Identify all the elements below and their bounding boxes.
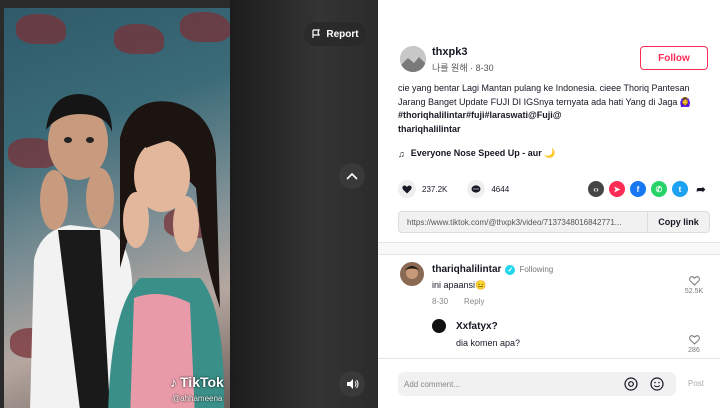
music-link[interactable]: ♫ Everyone Nose Speed Up - aur 🌙 bbox=[398, 148, 556, 159]
video-caption: cie yang bentar Lagi Mantan pulang ke In… bbox=[398, 82, 708, 136]
tiktok-watermark: ♪ TikTok bbox=[170, 374, 224, 390]
video-player[interactable]: Report ♪ TikTok @ahhameena bbox=[0, 0, 378, 408]
music-title: Everyone Nose Speed Up - aur 🌙 bbox=[410, 148, 556, 158]
comment-avatar[interactable] bbox=[400, 262, 424, 286]
watermark-handle: @ahhameena bbox=[172, 394, 223, 403]
background-pattern bbox=[114, 24, 164, 54]
engagement-stats: 237.2K 4644 bbox=[398, 180, 509, 198]
author-subtitle: 나를 원해 · 8-30 bbox=[432, 63, 494, 73]
commenter-photo bbox=[400, 262, 424, 286]
background-pattern bbox=[16, 14, 66, 44]
reply-button[interactable]: Reply bbox=[464, 297, 484, 306]
background-pattern bbox=[180, 12, 230, 42]
emoji-icon[interactable] bbox=[650, 377, 664, 391]
comment-meta: 8-30 Reply bbox=[432, 297, 484, 306]
share-options: ‹› ➤ f ✆ t ➦ bbox=[588, 181, 709, 197]
comment-placeholder: Add comment... bbox=[404, 379, 461, 389]
following-label: Following bbox=[519, 265, 554, 274]
reply-like-count: 286 bbox=[688, 347, 700, 354]
author-avatar[interactable] bbox=[400, 46, 426, 72]
report-button[interactable]: Report bbox=[304, 22, 366, 46]
send-icon[interactable]: ➤ bbox=[609, 181, 625, 197]
section-divider bbox=[378, 242, 720, 255]
heart-outline-icon bbox=[688, 335, 700, 345]
reply-username[interactable]: Xxfatyx? bbox=[456, 321, 498, 332]
embed-icon[interactable]: ‹› bbox=[588, 181, 604, 197]
person-right-figure bbox=[108, 101, 225, 408]
reply-like[interactable]: 286 bbox=[682, 335, 706, 354]
caption-mention[interactable]: thariqhalilintar bbox=[398, 124, 461, 134]
report-label: Report bbox=[326, 28, 359, 40]
facebook-icon[interactable]: f bbox=[630, 181, 646, 197]
comment-text: ini apaansi😑 bbox=[432, 280, 487, 290]
details-panel: thxpk3 나를 원해 · 8-30 Follow cie yang bent… bbox=[378, 0, 720, 408]
caption-text: cie yang bentar Lagi Mantan pulang ke In… bbox=[398, 83, 692, 107]
comment-like[interactable]: 52.5K bbox=[682, 276, 706, 295]
share-arrow-icon[interactable]: ➦ bbox=[693, 181, 709, 197]
heart-outline-icon bbox=[688, 276, 700, 286]
previous-video-button[interactable] bbox=[339, 163, 365, 189]
comment-composer: Add comment... Post bbox=[378, 358, 720, 408]
like-count: 237.2K bbox=[422, 184, 448, 194]
music-note-icon: ♫ bbox=[398, 148, 405, 159]
volume-button[interactable] bbox=[339, 371, 365, 397]
video-side-shade bbox=[230, 0, 378, 408]
heart-icon bbox=[402, 184, 412, 193]
caption-hashtags[interactable]: #thoriqhalilintar#fuji#laraswati@Fuji@ bbox=[398, 110, 562, 120]
tiktok-logo-icon: ♪ bbox=[170, 374, 177, 390]
post-button[interactable]: Post bbox=[688, 379, 704, 388]
speaker-icon bbox=[346, 379, 358, 389]
video-link-box: https://www.tiktok.com/@thxpk3/video/713… bbox=[398, 211, 710, 233]
tiktok-video-page: Report ♪ TikTok @ahhameena thxpk3 나를 원해 … bbox=[0, 0, 720, 408]
reply-avatar[interactable] bbox=[432, 319, 446, 333]
copy-link-button[interactable]: Copy link bbox=[647, 212, 709, 232]
verified-badge-icon: ✓ bbox=[505, 264, 516, 275]
comment-like-count: 52.5K bbox=[684, 288, 704, 295]
watermark-text: TikTok bbox=[180, 374, 224, 390]
comment-date: 8-30 bbox=[432, 297, 449, 306]
follow-button[interactable]: Follow bbox=[640, 46, 708, 70]
video-frame[interactable] bbox=[4, 8, 230, 408]
chevron-up-icon bbox=[346, 172, 358, 180]
video-url[interactable]: https://www.tiktok.com/@thxpk3/video/713… bbox=[399, 218, 647, 227]
twitter-icon[interactable]: t bbox=[672, 181, 688, 197]
like-button[interactable] bbox=[398, 180, 416, 198]
comment-username[interactable]: thariqhalilintar ✓ Following bbox=[432, 264, 553, 275]
flag-icon bbox=[312, 29, 321, 38]
comment-count: 4644 bbox=[491, 184, 510, 194]
comment-button[interactable] bbox=[467, 180, 486, 198]
avatar-image bbox=[400, 46, 426, 72]
comment-author-name[interactable]: thariqhalilintar bbox=[432, 264, 501, 275]
author-username[interactable]: thxpk3 bbox=[432, 46, 467, 58]
reply-text: dia komen apa? bbox=[456, 338, 521, 348]
comment-icon bbox=[471, 184, 481, 193]
whatsapp-icon[interactable]: ✆ bbox=[651, 181, 667, 197]
mention-icon[interactable] bbox=[624, 377, 638, 391]
